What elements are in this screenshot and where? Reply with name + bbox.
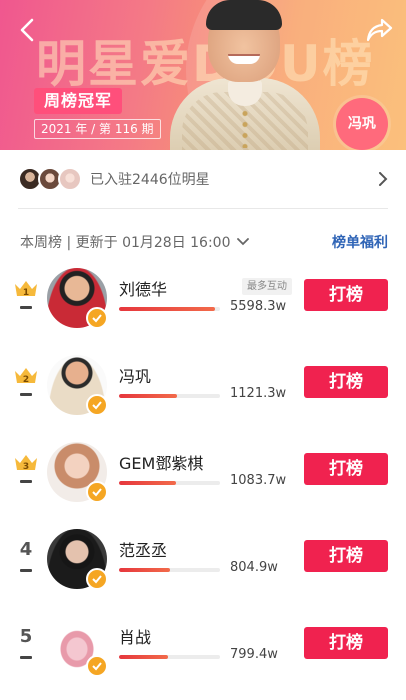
issue-label: 2021 年 / 第 116 期: [34, 119, 161, 139]
vote-button[interactable]: 打榜: [304, 453, 388, 485]
rank-indicator: 3: [12, 452, 40, 496]
verified-badge-icon: [86, 568, 108, 590]
svg-text:3: 3: [23, 462, 29, 472]
star-name: 冯巩: [119, 367, 152, 386]
vote-score: 5598.3w: [230, 299, 287, 314]
crown-icon: 1: [15, 281, 37, 298]
divider: [18, 208, 388, 209]
champion-name-badge[interactable]: 冯巩: [336, 98, 388, 150]
crown-icon: 3: [15, 455, 37, 472]
vote-score: 804.9w: [230, 560, 278, 575]
back-arrow-icon[interactable]: [14, 16, 42, 44]
rank-indicator: 2: [12, 365, 40, 409]
joined-avatars: [18, 167, 82, 191]
verified-badge-icon: [86, 307, 108, 329]
trend-flat-icon: [20, 393, 32, 396]
period-label: 本周榜 | 更新于 01月28日 16:00: [20, 235, 231, 251]
vote-progress-bar: [119, 481, 220, 485]
svg-text:2: 2: [23, 375, 29, 385]
vote-progress-fill: [119, 481, 176, 485]
vote-progress-bar: [119, 655, 220, 659]
trend-flat-icon: [20, 569, 32, 572]
header-banner: 明星爱DOU榜 周榜冠军 2021 年 / 第 116 期 冯巩: [0, 0, 406, 150]
ranking-row[interactable]: 4 范丞丞 804.9w 打榜: [0, 521, 406, 601]
vote-progress-bar: [119, 394, 220, 398]
trend-flat-icon: [20, 480, 32, 483]
svg-text:1: 1: [23, 288, 29, 298]
ranking-row[interactable]: 5 肖战 799.4w 打榜: [0, 608, 406, 688]
vote-button[interactable]: 打榜: [304, 540, 388, 572]
vote-button[interactable]: 打榜: [304, 366, 388, 398]
trend-flat-icon: [20, 306, 32, 309]
vote-progress-fill: [119, 655, 169, 659]
joined-stars-row[interactable]: 已入驻2446位明星: [0, 150, 406, 208]
chevron-down-icon: [236, 238, 249, 246]
rank-indicator: 4: [12, 539, 40, 583]
most-interaction-tag: 最多互动: [242, 278, 292, 295]
vote-score: 1083.7w: [230, 473, 287, 488]
rank-indicator: 5: [12, 626, 40, 670]
vote-progress-fill: [119, 568, 170, 572]
verified-badge-icon: [86, 394, 108, 416]
star-name: 刘德华: [119, 280, 168, 299]
period-selector[interactable]: 本周榜 | 更新于 01月28日 16:00: [20, 232, 249, 252]
ranking-benefits-link[interactable]: 榜单福利: [332, 232, 388, 252]
ranking-row[interactable]: 2 冯巩 1121.3w 打榜: [0, 347, 406, 427]
ranking-row[interactable]: 3 GEM鄧紫棋 1083.7w 打榜: [0, 434, 406, 514]
trend-flat-icon: [20, 656, 32, 659]
champion-portrait: [170, 0, 320, 150]
vote-score: 1121.3w: [230, 386, 287, 401]
vote-progress-fill: [119, 307, 215, 311]
rank-number: 4: [19, 539, 33, 560]
ranking-row[interactable]: 1 刘德华 最多互动 5598.3w 打榜: [0, 260, 406, 340]
crown-icon: 2: [15, 368, 37, 385]
share-icon[interactable]: [364, 16, 394, 44]
vote-progress-fill: [119, 394, 177, 398]
vote-button[interactable]: 打榜: [304, 279, 388, 311]
star-name: 范丞丞: [119, 541, 168, 560]
vote-button[interactable]: 打榜: [304, 627, 388, 659]
rank-number: 5: [19, 626, 33, 647]
weekly-champion-badge: 周榜冠军: [34, 88, 123, 114]
vote-progress-bar: [119, 568, 220, 572]
vote-score: 799.4w: [230, 647, 278, 662]
verified-badge-icon: [86, 655, 108, 677]
chevron-right-icon: [379, 172, 388, 186]
star-name: 肖战: [119, 628, 152, 647]
joined-count-text: 已入驻2446位明星: [90, 172, 210, 188]
mini-avatar: [58, 167, 82, 191]
verified-badge-icon: [86, 481, 108, 503]
rank-indicator: 1: [12, 278, 40, 322]
star-name: GEM鄧紫棋: [119, 454, 204, 473]
vote-progress-bar: [119, 307, 220, 311]
